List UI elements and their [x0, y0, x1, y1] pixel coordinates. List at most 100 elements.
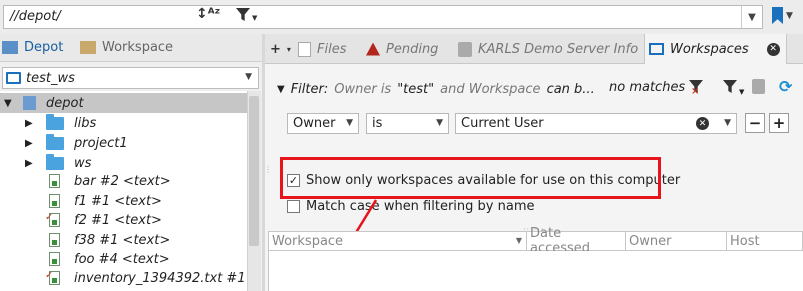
drag-handle[interactable]: ⋮: [264, 166, 272, 174]
bookmark-dropdown-icon[interactable]: ▼: [786, 11, 793, 21]
filter-desc-val: "test": [397, 81, 435, 97]
path-input[interactable]: //depot/: [3, 5, 763, 29]
column-owner-label: Owner: [629, 233, 672, 249]
filter-operator-value: is: [372, 116, 383, 131]
tab-workspace[interactable]: Workspace: [80, 34, 173, 61]
column-workspace[interactable]: Workspace ▼: [269, 232, 527, 250]
filter-desc-mid: and Workspace: [440, 81, 541, 97]
workspaces-table-body[interactable]: [268, 251, 803, 291]
filter-desc-pre: Owner is: [334, 81, 392, 97]
tree-item-label: f38 #1 <text>: [74, 232, 171, 248]
tab-pending-label: Pending: [386, 41, 439, 57]
depot-tab-icon: [2, 41, 18, 54]
tree-item-project1[interactable]: ▶ project1: [0, 133, 247, 153]
close-icon[interactable]: ✕: [766, 42, 780, 56]
sort-desc-icon: ▼: [515, 236, 522, 245]
pending-tab-icon: [366, 42, 380, 56]
chevron-down-icon: ▼: [245, 72, 252, 82]
tree-item-file[interactable]: ✓ f2 #1 <text>: [0, 210, 247, 230]
column-host-label: Host: [730, 233, 760, 249]
column-date-accessed[interactable]: Date accessed: [527, 226, 626, 256]
tab-files[interactable]: Files: [298, 34, 346, 64]
computer-icon: [6, 72, 21, 84]
tree-item-file[interactable]: foo #4 <text>: [0, 249, 247, 269]
tab-server-info[interactable]: KARLS Demo Server Info: [458, 34, 638, 64]
tree-item-file[interactable]: bar #2 <text>: [0, 171, 247, 191]
highlight-box: [280, 157, 661, 199]
expand-toggle-icon[interactable]: ▶: [25, 138, 33, 149]
tree-item-label: depot: [46, 95, 84, 111]
chevron-down-icon: ▼: [436, 118, 443, 128]
tab-pending[interactable]: Pending: [366, 34, 438, 64]
folder-icon: [46, 133, 64, 150]
filter-field-select[interactable]: Owner ▼: [287, 113, 359, 134]
tab-files-label: Files: [317, 41, 347, 57]
computer-icon: [649, 43, 664, 55]
clear-value-icon[interactable]: ✕: [696, 117, 709, 130]
expand-toggle-icon[interactable]: ▶: [25, 118, 33, 129]
column-host[interactable]: Host: [727, 232, 802, 250]
tab-depot[interactable]: Depot: [2, 34, 63, 61]
folder-icon: [46, 153, 64, 170]
filter-value-select[interactable]: Current User ✕ ▼: [455, 113, 737, 134]
new-tab-button[interactable]: + ▾: [270, 34, 291, 64]
tab-workspace-label: Workspace: [102, 40, 174, 55]
tree-item-label: ws: [74, 155, 92, 171]
tree-item-label: libs: [74, 115, 97, 131]
trash-icon[interactable]: [752, 79, 765, 94]
refresh-icon[interactable]: ⟳: [779, 77, 792, 96]
text-file-icon: [49, 233, 60, 247]
clear-filter-x-icon: ×: [691, 86, 700, 97]
checked-out-file-icon: ✓: [45, 270, 60, 285]
remove-filter-button[interactable]: −: [745, 113, 765, 133]
tab-server-info-label: KARLS Demo Server Info: [478, 41, 639, 57]
collapse-toggle-icon[interactable]: ▼: [277, 84, 285, 95]
path-dropdown-button[interactable]: ▼: [741, 6, 762, 28]
files-tab-icon: [298, 41, 311, 57]
tree-item-file[interactable]: f1 #1 <text>: [0, 191, 247, 211]
workspace-select[interactable]: test_ws ▼: [2, 67, 259, 89]
tree-item-ws[interactable]: ▶ ws: [0, 153, 247, 173]
filter-desc-post: can b...: [546, 81, 595, 97]
expand-toggle-icon[interactable]: ▼: [4, 98, 12, 109]
tree-item-label: project1: [74, 135, 128, 151]
tree-item-libs[interactable]: ▶ libs: [0, 113, 247, 133]
tree-item-label: inventory_1394392.txt #1 <: [74, 270, 247, 286]
checked-out-file-icon: ✓: [45, 212, 60, 227]
tab-depot-label: Depot: [24, 40, 64, 55]
filter-dropdown-icon[interactable]: ▼: [252, 14, 257, 22]
expand-toggle-icon[interactable]: ▶: [25, 158, 33, 169]
text-file-icon: [49, 194, 60, 208]
filter-field-value: Owner: [293, 116, 336, 131]
chevron-down-icon: ▼: [346, 118, 353, 128]
filter-value: Current User: [461, 116, 544, 131]
folder-icon: [46, 113, 64, 130]
tree-item-file[interactable]: ✓ inventory_1394392.txt #1 <: [0, 268, 247, 288]
tree-item-file[interactable]: f38 #1 <text>: [0, 230, 247, 250]
filter-menu-dropdown-icon[interactable]: ▼: [739, 88, 744, 96]
tree-item-label: f1 #1 <text>: [74, 193, 162, 209]
text-file-icon: [49, 174, 60, 188]
workspaces-table-header: Workspace ▼ Date accessed Owner Host: [268, 226, 803, 256]
workspace-tab-icon: [80, 41, 96, 54]
chevron-down-icon: ▼: [724, 118, 731, 128]
sort-icon[interactable]: ↕ᴬᶻ: [196, 6, 220, 22]
filter-status: no matches: [609, 80, 686, 95]
tree-item-label: bar #2 <text>: [74, 173, 171, 189]
server-icon: [458, 41, 472, 57]
filter-operator-select[interactable]: is ▼: [366, 113, 449, 134]
tree-item-label: f2 #1 <text>: [74, 212, 162, 228]
workspace-select-value: test_ws: [26, 70, 75, 86]
add-filter-button[interactable]: +: [769, 113, 789, 133]
tab-workspaces[interactable]: Workspaces ✕: [644, 34, 787, 64]
column-owner[interactable]: Owner: [626, 232, 727, 250]
filter-summary[interactable]: ▼ Filter: Owner is "test" and Workspace …: [277, 79, 595, 99]
tab-workspaces-label: Workspaces: [670, 41, 749, 57]
filter-label: Filter:: [290, 81, 329, 97]
match-case-checkbox[interactable]: [287, 200, 300, 213]
text-file-icon: [49, 252, 60, 266]
tree-item-depot[interactable]: ▼ depot: [0, 93, 247, 113]
depot-icon: [23, 96, 36, 110]
column-workspace-label: Workspace: [272, 233, 344, 249]
tree-scrollbar-thumb[interactable]: [249, 96, 259, 246]
